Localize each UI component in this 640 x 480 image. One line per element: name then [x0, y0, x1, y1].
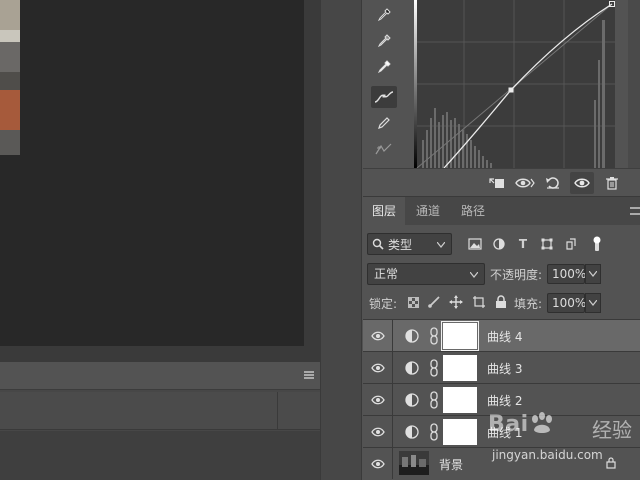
- reset-icon[interactable]: [541, 172, 565, 194]
- adjustment-layer-icon: [405, 361, 419, 375]
- filter-toggle-icon[interactable]: [589, 236, 605, 252]
- eye-icon: [370, 459, 385, 468]
- fill-label: 填充:: [514, 297, 543, 311]
- fill-field[interactable]: 100%: [547, 293, 586, 313]
- chevron-down-icon: [589, 300, 597, 306]
- blend-mode-value: 正常: [374, 267, 399, 281]
- filter-smart-object-icon[interactable]: [563, 236, 579, 252]
- layer-mask-thumbnail[interactable]: [443, 355, 477, 381]
- canvas-vertical-scrollbar[interactable]: [304, 0, 320, 346]
- filter-type-select[interactable]: 类型: [367, 233, 452, 255]
- layer-name[interactable]: 曲线 3: [487, 360, 522, 377]
- opacity-dropdown[interactable]: [585, 264, 601, 284]
- tab-paths[interactable]: 路径: [452, 197, 494, 225]
- chevron-down-icon: [437, 242, 445, 248]
- curve-edit-icon[interactable]: [371, 86, 397, 108]
- opacity-field[interactable]: 100%: [547, 264, 586, 284]
- filter-pixel-icon[interactable]: [467, 236, 483, 252]
- pencil-icon[interactable]: [371, 112, 397, 134]
- layer-row-curves-2[interactable]: 曲线 2: [363, 384, 640, 416]
- panel-menu-icon[interactable]: [304, 371, 314, 379]
- eye-icon: [370, 427, 385, 436]
- lock-pixels-icon[interactable]: [426, 294, 442, 310]
- eye-icon: [370, 363, 385, 372]
- background-thumbnail[interactable]: [399, 451, 429, 475]
- tab-layers[interactable]: 图层: [363, 197, 406, 225]
- layer-filter-row: 类型 T: [363, 233, 640, 257]
- layer-row-curves-3[interactable]: 曲线 3: [363, 352, 640, 384]
- layer-mask-thumbnail[interactable]: [443, 419, 477, 445]
- lock-icon: [606, 457, 616, 469]
- link-chain-icon[interactable]: [429, 423, 439, 441]
- view-previous-icon[interactable]: [513, 172, 537, 194]
- bottom-panel: [0, 362, 320, 480]
- panel-dock-collapsed: [320, 0, 362, 480]
- layer-row-curves-4[interactable]: 曲线 4: [363, 320, 640, 352]
- layer-name[interactable]: 曲线 1: [487, 424, 522, 441]
- trash-icon[interactable]: [600, 172, 624, 194]
- document-image-edge: [0, 0, 20, 155]
- layer-visibility-toggle[interactable]: [363, 352, 393, 383]
- lock-all-icon[interactable]: [493, 294, 509, 310]
- link-chain-icon[interactable]: [429, 359, 439, 377]
- eye-icon: [370, 331, 385, 340]
- curves-graph[interactable]: [414, 0, 615, 169]
- bottom-panel-header: [0, 362, 320, 390]
- lock-artboard-icon[interactable]: [471, 294, 487, 310]
- link-chain-icon[interactable]: [429, 327, 439, 345]
- adjustment-layer-icon: [405, 329, 419, 343]
- layer-name[interactable]: 曲线 2: [487, 392, 522, 409]
- panel-menu-icon[interactable]: [630, 207, 640, 215]
- visibility-icon[interactable]: [570, 172, 594, 194]
- canvas-horizontal-scrollbar[interactable]: [0, 346, 320, 362]
- eye-icon: [370, 395, 385, 404]
- layer-row-background[interactable]: 背景: [363, 448, 640, 480]
- bottom-panel-area: [0, 431, 320, 480]
- layer-visibility-toggle[interactable]: [363, 384, 393, 415]
- layer-name[interactable]: 曲线 4: [487, 328, 522, 345]
- layer-mask-thumbnail[interactable]: [443, 387, 477, 413]
- properties-scrollbar[interactable]: [628, 0, 640, 168]
- eyedropper-black-icon[interactable]: [371, 4, 397, 26]
- layer-visibility-toggle[interactable]: [363, 416, 393, 447]
- blend-row: 正常 不透明度: 100%: [363, 262, 640, 286]
- layer-list: 曲线 4 曲线 3 曲线 2 曲线 1 背景: [363, 319, 640, 480]
- layer-name[interactable]: 背景: [439, 456, 463, 473]
- tab-channels[interactable]: 通道: [407, 197, 449, 225]
- properties-panel: [363, 0, 640, 196]
- filter-adjustment-icon[interactable]: [491, 236, 507, 252]
- fill-dropdown[interactable]: [585, 293, 601, 313]
- layer-row-curves-1[interactable]: 曲线 1: [363, 416, 640, 448]
- smooth-curve-icon[interactable]: [371, 138, 397, 160]
- chevron-down-icon: [589, 271, 597, 277]
- filter-shape-icon[interactable]: [539, 236, 555, 252]
- filter-type-label: 类型: [388, 237, 413, 252]
- adjustment-layer-icon: [405, 393, 419, 407]
- lock-label: 锁定:: [369, 297, 398, 311]
- blend-mode-select[interactable]: 正常: [367, 263, 485, 285]
- eyedropper-white-icon[interactable]: [371, 56, 397, 78]
- document-canvas[interactable]: [0, 0, 320, 362]
- eyedropper-gray-icon[interactable]: [371, 30, 397, 52]
- layer-visibility-toggle[interactable]: [363, 320, 393, 351]
- lock-transparent-icon[interactable]: [405, 294, 421, 310]
- filter-type-icon[interactable]: T: [515, 236, 531, 252]
- search-icon: [372, 238, 384, 250]
- layer-visibility-toggle[interactable]: [363, 448, 393, 479]
- adjustment-layer-icon: [405, 425, 419, 439]
- properties-footer: [363, 168, 640, 196]
- opacity-label: 不透明度:: [490, 268, 543, 282]
- layers-panel-tabs: 图层 通道 路径: [363, 197, 640, 225]
- clip-to-layer-icon[interactable]: [485, 172, 509, 194]
- bottom-panel-row: [0, 392, 320, 430]
- lock-row: 锁定: 填充: 100%: [363, 291, 640, 315]
- layers-panel: 图层 通道 路径 类型 T 正常 不透明度: 100% 锁定: 填充: 100%…: [363, 196, 640, 480]
- link-chain-icon[interactable]: [429, 391, 439, 409]
- layer-mask-thumbnail[interactable]: [441, 321, 479, 351]
- lock-position-icon[interactable]: [448, 294, 464, 310]
- chevron-down-icon: [470, 272, 478, 278]
